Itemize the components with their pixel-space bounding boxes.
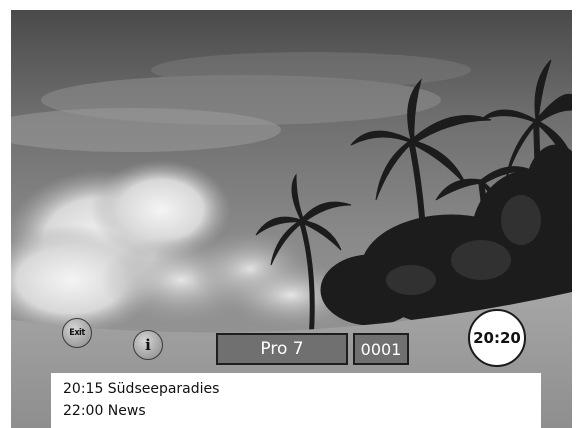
info-button[interactable]: i (133, 330, 163, 360)
info-icon: i (145, 336, 151, 354)
exit-button[interactable]: Exit (62, 318, 92, 348)
clock-icon: 20:20 (468, 309, 526, 367)
channel-name: Pro 7 (260, 339, 304, 359)
exit-icon: Exit (69, 328, 85, 338)
epg-item[interactable]: 22:00 News (63, 400, 541, 422)
epg-item[interactable]: 20:15 Südseeparadies (63, 378, 541, 400)
clock-time: 20:20 (473, 329, 521, 347)
channel-name-box: Pro 7 (216, 333, 348, 365)
channel-number-box: 0001 (353, 333, 409, 365)
tv-screen: Exit i Pro 7 0001 20:20 20:15 Südseepara… (11, 10, 572, 428)
epg-panel: 20:15 Südseeparadies 22:00 News (51, 373, 541, 428)
channel-number: 0001 (360, 339, 402, 359)
